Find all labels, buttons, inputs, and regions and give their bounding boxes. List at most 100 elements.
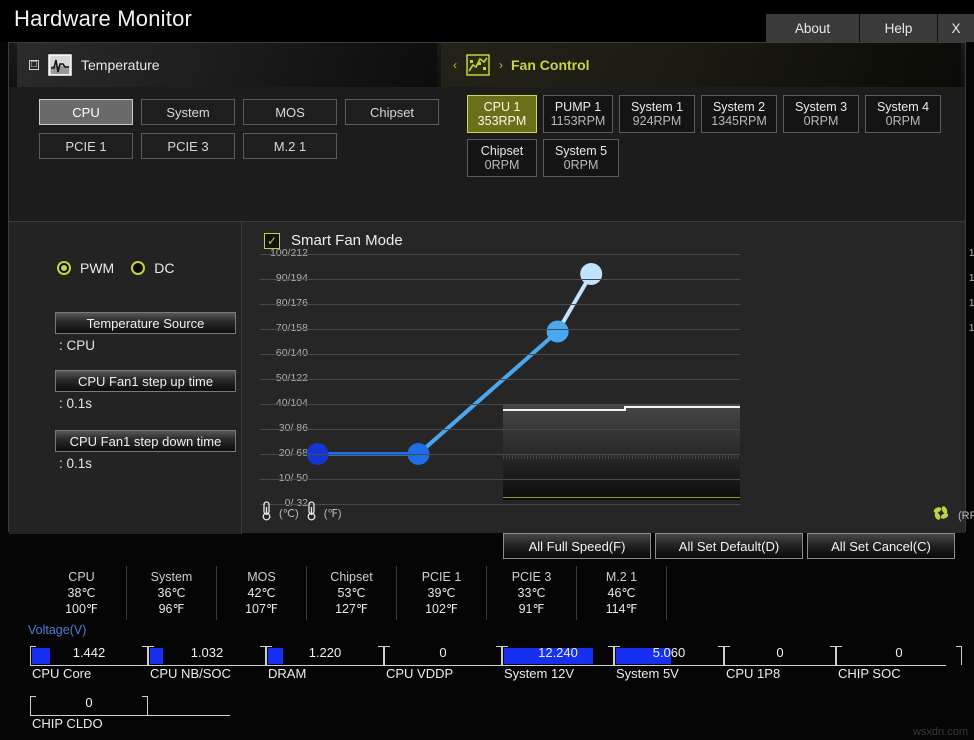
gridline — [260, 254, 740, 255]
voltage-label: CPU VDDP — [386, 666, 454, 681]
voltage-cell: 5.060 System 5V — [614, 643, 724, 681]
close-button[interactable]: X — [938, 14, 974, 42]
mode-radio-group: PWM DC — [57, 260, 174, 276]
step-down-time-button[interactable]: CPU Fan1 step down time — [55, 430, 236, 452]
temp-summary-cell: PCIE 1 39℃ 102℉ — [397, 566, 487, 620]
y-tick-right: 9000 — [942, 347, 974, 359]
fan-system2-rpm: 1345RPM — [711, 114, 767, 128]
fan-selector-row-2: Chipset 0RPM System 5 0RPM — [467, 139, 619, 177]
chart-plot-area[interactable] — [260, 254, 740, 505]
temp-summary-cell: MOS 42℃ 107℉ — [217, 566, 307, 620]
fan-chipset-name: Chipset — [480, 143, 524, 158]
fan-system3[interactable]: System 3 0RPM — [783, 95, 859, 133]
tab-fan-control[interactable]: ‹ › Fan Control — [441, 43, 961, 87]
fan-system4-rpm: 0RPM — [885, 114, 921, 128]
about-button[interactable]: About — [766, 14, 860, 42]
next-arrow-icon[interactable]: › — [499, 58, 503, 72]
temp-summary-name: M.2 1 — [605, 570, 638, 584]
voltage-cell: 1.220 DRAM — [266, 643, 384, 681]
voltage-label: CHIP SOC — [838, 666, 901, 681]
temp-summary-name: System — [150, 570, 193, 584]
main-panel: ☐ Temperature ‹ › Fan Control CPU System… — [8, 42, 974, 534]
temp-summary-celsius: 36℃ — [157, 586, 186, 600]
temp-summary-celsius: 53℃ — [337, 586, 366, 600]
temp-source-m21[interactable]: M.2 1 — [243, 133, 337, 159]
fan-system1[interactable]: System 1 924RPM — [619, 95, 695, 133]
voltage-value: 0 — [895, 645, 903, 660]
y-tick-right: 7500 — [942, 372, 974, 384]
gridline — [260, 329, 740, 330]
y-tick-right: 15000 — [968, 247, 974, 259]
temperature-summary-bar: CPU 38℃ 100℉ System 36℃ 96℉ MOS 42℃ 107℉ Chipset 5… — [0, 566, 974, 620]
voltage-cell: 1.032 CPU NB/SOC — [148, 643, 266, 681]
voltage-value: 1.442 — [72, 645, 106, 660]
all-set-cancel-button[interactable]: All Set Cancel(C) — [807, 533, 955, 559]
fan-pump1[interactable]: PUMP 1 1153RPM — [543, 95, 613, 133]
hardware-monitor-window: Hardware Monitor About Help X ☐ Temperat… — [0, 0, 974, 740]
voltage-cell: 0 CHIP CLDO — [30, 693, 148, 731]
gridline — [260, 379, 740, 380]
fahrenheit-unit-label: (℉) — [323, 508, 342, 520]
celsius-unit-label: (℃) — [279, 508, 299, 520]
voltage-label: CPU 1P8 — [726, 666, 781, 681]
radio-dc[interactable] — [131, 261, 146, 275]
step-up-time-button[interactable]: CPU Fan1 step up time — [55, 370, 236, 392]
expand-icon[interactable]: ☐ — [29, 60, 39, 70]
temp-source-chipset[interactable]: Chipset — [345, 99, 439, 125]
all-set-default-button[interactable]: All Set Default(D) — [655, 533, 803, 559]
temp-summary-celsius: 33℃ — [517, 586, 546, 600]
temp-source-pcie1[interactable]: PCIE 1 — [39, 133, 133, 159]
tab-fan-control-label: Fan Control — [511, 57, 590, 73]
fan-system3-rpm: 0RPM — [803, 114, 839, 128]
fan-chart-icon — [465, 53, 491, 77]
tab-temperature[interactable]: ☐ Temperature — [17, 43, 437, 87]
voltage-value: 0 — [85, 695, 93, 710]
gridline — [260, 354, 740, 355]
fan-icon — [932, 505, 950, 526]
fan-cpu1-rpm: 353RPM — [477, 114, 527, 128]
voltage-label: CPU NB/SOC — [150, 666, 231, 681]
gridline — [260, 429, 740, 430]
curve-point-2[interactable] — [546, 320, 569, 343]
fan-cpu1[interactable]: CPU 1 353RPM — [467, 95, 537, 133]
voltage-cell: 0 CPU VDDP — [384, 643, 502, 681]
fan-chipset-rpm: 0RPM — [484, 158, 520, 172]
fan-settings-panel: PWM DC Temperature Source : CPU CPU Fan1… — [9, 222, 242, 534]
fan-control-content: PWM DC Temperature Source : CPU CPU Fan1… — [9, 221, 974, 534]
temperature-source-row-2: PCIE 1 PCIE 3 M.2 1 — [39, 133, 337, 159]
temp-summary-fahrenheit: 91℉ — [518, 602, 545, 616]
temp-source-system[interactable]: System — [141, 99, 235, 125]
y-tick-right: 12000 — [968, 297, 974, 309]
curve-point-3[interactable] — [580, 263, 603, 285]
fan-curve-chart: ✓ Smart Fan Mode 100/212 90/194 80/176 70/1… — [242, 222, 974, 534]
fan-system4[interactable]: System 4 0RPM — [865, 95, 941, 133]
temp-summary-name: Chipset — [330, 570, 373, 584]
chart-temperature-units: (℃) (℉) — [260, 501, 341, 526]
voltage-label: CPU Core — [32, 666, 92, 681]
temp-summary-celsius: 42℃ — [247, 586, 276, 600]
fan-system3-name: System 3 — [794, 99, 848, 114]
help-button[interactable]: Help — [860, 14, 938, 42]
fan-system2[interactable]: System 2 1345RPM — [701, 95, 777, 133]
chart-y-axis-right: 15000 13500 12000 10500 9000 7500 6000 4500 3000… — [942, 247, 974, 504]
fan-system5-rpm: 0RPM — [563, 158, 599, 172]
voltage-row-1: 1.442 CPU Core 1.032 CPU NB/SOC 1.220 DRAM 0 CP… — [30, 643, 962, 681]
fan-pump1-name: PUMP 1 — [554, 99, 602, 114]
temp-source-mos[interactable]: MOS — [243, 99, 337, 125]
voltage-cell: 1.442 CPU Core — [30, 643, 148, 681]
fan-system5[interactable]: System 5 0RPM — [543, 139, 619, 177]
prev-arrow-icon[interactable]: ‹ — [453, 58, 457, 72]
temp-summary-cell: M.2 1 46℃ 114℉ — [577, 566, 667, 620]
fan-chipset[interactable]: Chipset 0RPM — [467, 139, 537, 177]
all-full-speed-button[interactable]: All Full Speed(F) — [503, 533, 651, 559]
temp-source-cpu[interactable]: CPU — [39, 99, 133, 125]
fan-system1-name: System 1 — [630, 99, 684, 114]
voltage-value: 5.060 — [652, 645, 686, 660]
temp-summary-name: PCIE 1 — [421, 570, 462, 584]
temp-summary-celsius: 46℃ — [607, 586, 636, 600]
temperature-source-button[interactable]: Temperature Source — [55, 312, 236, 334]
voltage-label: CHIP CLDO — [32, 716, 103, 731]
temp-source-pcie3[interactable]: PCIE 3 — [141, 133, 235, 159]
y-tick-right: 1500 — [942, 472, 974, 484]
radio-pwm[interactable] — [57, 261, 71, 275]
